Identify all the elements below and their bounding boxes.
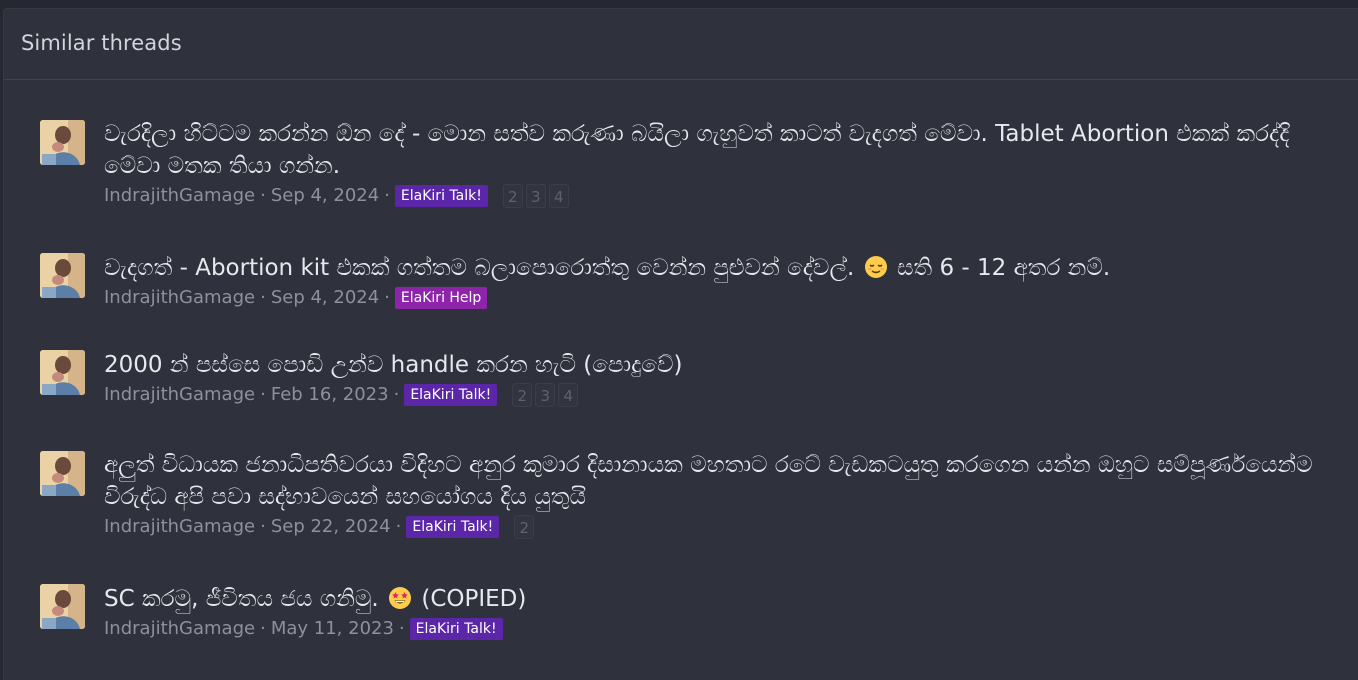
meta-separator: ·: [384, 287, 390, 308]
thread-prefix-badge[interactable]: ElaKiri Talk!: [404, 384, 498, 406]
star-struck-emoji-icon: [388, 586, 412, 610]
page-link[interactable]: 4: [548, 184, 569, 208]
page-link[interactable]: 2: [512, 383, 533, 407]
thread-prefix-badge[interactable]: ElaKiri Talk!: [406, 516, 500, 538]
meta-separator: ·: [384, 185, 390, 206]
thread-author[interactable]: IndrajithGamage: [104, 514, 255, 540]
thread-prefix-badge[interactable]: ElaKiri Talk!: [409, 618, 503, 640]
thread-title[interactable]: වැරදිලා හිට්ටම කරන්න ඕන දේ - මොන සත්ව කර…: [104, 118, 1344, 182]
page-link[interactable]: 3: [535, 383, 556, 407]
thread-meta: IndrajithGamage · Sep 4, 2024 · ElaKiri …: [104, 285, 1344, 311]
thread-author[interactable]: IndrajithGamage: [104, 183, 255, 209]
thread-meta: IndrajithGamage · Sep 22, 2024 · ElaKiri…: [104, 514, 1344, 540]
page-link[interactable]: 4: [558, 383, 579, 407]
thread-title[interactable]: අලුත් විධායක ජනාධිපතිවරයා විදිහට අනුර කු…: [104, 449, 1344, 513]
meta-separator: ·: [260, 185, 266, 206]
thread-prefix-badge[interactable]: ElaKiri Help: [394, 287, 488, 309]
meta-separator: ·: [260, 384, 266, 405]
thread-title-text: SC කරමු, ජීවිතය ජය ගනිමු.: [104, 586, 379, 612]
thread-date: Sep 22, 2024: [270, 516, 391, 537]
thread-author[interactable]: IndrajithGamage: [104, 285, 255, 311]
thread-meta: IndrajithGamage · Feb 16, 2023 · ElaKiri…: [104, 382, 1344, 408]
page-link[interactable]: 2: [514, 515, 535, 539]
page-links: 2 3 4: [502, 184, 569, 208]
avatar-image: [40, 350, 85, 395]
meta-separator: ·: [398, 618, 405, 639]
thread-author[interactable]: IndrajithGamage: [104, 382, 255, 408]
avatar[interactable]: [40, 584, 85, 629]
thread-title[interactable]: 2000 න් පස්සෙ පොඩි උන්ව handle කරන හැටි …: [104, 349, 1344, 381]
meta-separator: ·: [393, 384, 400, 405]
thread-title-text: වැදගත් - Abortion kit එකක් ගත්තම බලාපොරො…: [104, 255, 855, 281]
page-link[interactable]: 2: [502, 184, 523, 208]
avatar[interactable]: [40, 120, 85, 165]
thread-date: Sep 4, 2024: [270, 185, 380, 206]
thread-title[interactable]: SC කරමු, ජීවිතය ජය ගනිමු. (COPIED): [104, 583, 1344, 615]
avatar-image: [40, 253, 85, 298]
avatar[interactable]: [40, 350, 85, 395]
thread-meta: IndrajithGamage · May 11, 2023 · ElaKiri…: [104, 616, 1344, 642]
thread-prefix-badge[interactable]: ElaKiri Talk!: [394, 185, 488, 207]
meta-separator: ·: [260, 516, 266, 537]
meta-separator: ·: [260, 618, 266, 639]
thread-meta: IndrajithGamage · Sep 4, 2024 · ElaKiri …: [104, 183, 1344, 209]
thread-author[interactable]: IndrajithGamage: [104, 616, 255, 642]
thread-date: Sep 4, 2024: [270, 287, 380, 308]
page-links: 2 3 4: [512, 383, 579, 407]
meta-separator: ·: [395, 516, 402, 537]
meta-separator: ·: [260, 287, 266, 308]
thread-date: May 11, 2023: [270, 618, 394, 639]
avatar-image: [40, 451, 85, 496]
avatar-image: [40, 584, 85, 629]
thread-title-text: (COPIED): [421, 586, 527, 612]
thread-title[interactable]: වැදගත් - Abortion kit එකක් ගත්තම බලාපොරො…: [104, 252, 1344, 284]
thread-title-text: සති 6 - 12 අතර නම්.: [896, 255, 1111, 281]
relieved-face-emoji-icon: [864, 255, 888, 279]
panel-title: Similar threads: [4, 9, 1358, 80]
page-links: 2: [514, 515, 535, 539]
avatar[interactable]: [40, 253, 85, 298]
page-link[interactable]: 3: [525, 184, 546, 208]
avatar[interactable]: [40, 451, 85, 496]
thread-date: Feb 16, 2023: [270, 384, 389, 405]
similar-threads-panel: Similar threads වැරදිලා හිට්ටම කරන්න ඕන …: [3, 8, 1358, 680]
avatar-image: [40, 120, 85, 165]
